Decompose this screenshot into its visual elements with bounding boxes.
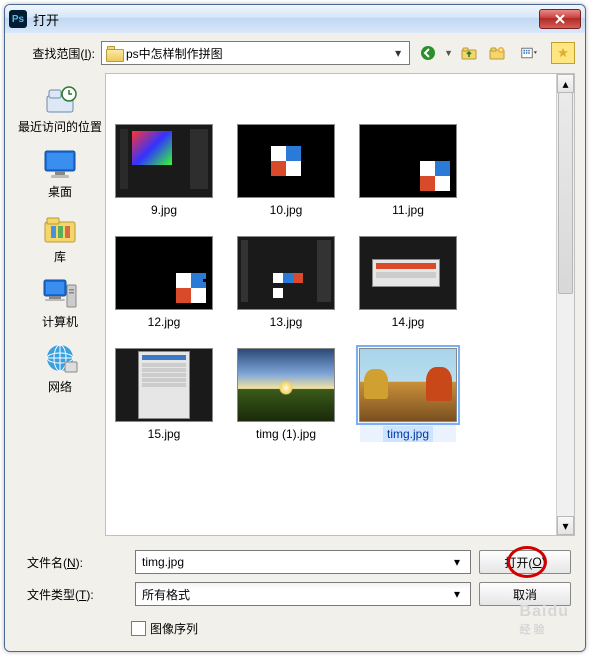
file-thumb[interactable]: 11.jpg <box>360 124 456 218</box>
thumbnail-image <box>359 348 457 422</box>
titlebar[interactable]: Ps 打开 <box>5 5 585 33</box>
thumbnail-image <box>237 236 335 310</box>
filename-row: 文件名(N): timg.jpg ▾ 打开(O) <box>19 550 571 574</box>
thumbnail-image <box>237 348 335 422</box>
file-name-label: 10.jpg <box>266 202 307 218</box>
computer-icon <box>41 277 79 311</box>
favorites-button[interactable] <box>551 42 575 64</box>
open-button[interactable]: 打开(O) <box>479 550 571 574</box>
back-icon <box>420 45 436 61</box>
open-dialog-window: Ps 打开 查找范围(I): ps中怎样制作拼图 ▾ ▼ <box>4 4 586 652</box>
back-dropdown-icon[interactable]: ▼ <box>444 48 453 58</box>
close-button[interactable] <box>539 9 581 29</box>
folder-icon <box>106 46 122 60</box>
place-recent[interactable]: 最近访问的位置 <box>17 77 103 142</box>
chevron-down-icon: ▾ <box>391 46 405 60</box>
libraries-icon <box>41 212 79 246</box>
view-menu-button[interactable] <box>513 41 545 65</box>
cancel-button[interactable]: 取消 <box>479 582 571 606</box>
file-name-label: 15.jpg <box>144 426 185 442</box>
folder-up-icon <box>461 45 477 61</box>
chevron-down-icon[interactable]: ▾ <box>450 587 464 601</box>
place-network[interactable]: 网络 <box>17 337 103 402</box>
image-sequence-label: 图像序列 <box>150 620 198 637</box>
image-sequence-row: 图像序列 <box>19 620 571 637</box>
file-name-label: 11.jpg <box>388 202 428 218</box>
place-computer[interactable]: 计算机 <box>17 272 103 337</box>
file-name-label: 9.jpg <box>147 202 181 218</box>
file-name-label: timg (1).jpg <box>252 426 320 442</box>
file-name-label: 12.jpg <box>144 314 185 330</box>
file-list[interactable]: 9.jpg 10.jpg 11.jpg 12.jpg 13.jpg 14.jpg 15.jp… <box>106 74 556 535</box>
file-thumb[interactable]: timg (1).jpg <box>238 348 334 442</box>
close-icon <box>554 13 566 25</box>
file-thumb[interactable]: 13.jpg <box>238 236 334 330</box>
file-thumb[interactable]: 10.jpg <box>238 124 334 218</box>
photoshop-icon: Ps <box>9 10 27 28</box>
file-thumb[interactable]: timg.jpg <box>360 348 456 442</box>
file-name-label: timg.jpg <box>383 426 433 442</box>
thumbnail-image <box>115 236 213 310</box>
file-thumb[interactable]: 12.jpg <box>116 236 212 330</box>
new-folder-icon <box>489 45 505 61</box>
network-icon <box>41 342 79 376</box>
scrollbar-thumb[interactable] <box>558 92 573 294</box>
look-in-label: 查找范围(I): <box>15 45 95 62</box>
main-area: 最近访问的位置 桌面 库 <box>15 73 575 536</box>
file-name-label: 13.jpg <box>266 314 307 330</box>
thumbnail-image <box>115 348 213 422</box>
thumbnail-image <box>115 124 213 198</box>
filetype-row: 文件类型(T): 所有格式 ▾ 取消 <box>19 582 571 606</box>
scroll-up-button[interactable]: ▴ <box>557 74 574 93</box>
thumbnail-image <box>359 124 457 198</box>
file-thumb[interactable]: 14.jpg <box>360 236 456 330</box>
scroll-down-button[interactable]: ▾ <box>557 516 574 535</box>
up-button[interactable] <box>457 41 481 65</box>
bottom-controls: 文件名(N): timg.jpg ▾ 打开(O) 文件类型(T): <box>15 536 575 641</box>
filename-label: 文件名(N): <box>19 554 127 571</box>
nav-toolbar: ▼ <box>416 41 545 65</box>
recent-icon <box>41 82 79 116</box>
back-button[interactable] <box>416 41 440 65</box>
places-bar: 最近访问的位置 桌面 库 <box>15 73 105 536</box>
file-name-label: 14.jpg <box>388 314 429 330</box>
filename-input[interactable]: timg.jpg ▾ <box>135 550 471 574</box>
file-thumb[interactable]: 9.jpg <box>116 124 212 218</box>
window-title: 打开 <box>33 10 539 29</box>
view-grid-icon <box>521 45 537 61</box>
thumbnail-image <box>237 124 335 198</box>
filetype-combo[interactable]: 所有格式 ▾ <box>135 582 471 606</box>
vertical-scrollbar[interactable]: ▴ ▾ <box>556 74 574 535</box>
file-thumb[interactable]: 15.jpg <box>116 348 212 442</box>
chevron-down-icon[interactable]: ▾ <box>450 555 464 569</box>
thumbnail-image <box>359 236 457 310</box>
look-in-row: 查找范围(I): ps中怎样制作拼图 ▾ ▼ <box>15 41 575 65</box>
place-desktop[interactable]: 桌面 <box>17 142 103 207</box>
look-in-value: ps中怎样制作拼图 <box>126 45 387 62</box>
star-icon <box>557 47 569 59</box>
filetype-label: 文件类型(T): <box>19 586 127 603</box>
file-list-panel: 9.jpg 10.jpg 11.jpg 12.jpg 13.jpg 14.jpg 15.jp… <box>105 73 575 536</box>
desktop-icon <box>41 147 79 181</box>
image-sequence-checkbox[interactable] <box>131 621 146 636</box>
place-libraries[interactable]: 库 <box>17 207 103 272</box>
look-in-combo[interactable]: ps中怎样制作拼图 ▾ <box>101 41 410 65</box>
dialog-body: 查找范围(I): ps中怎样制作拼图 ▾ ▼ <box>5 33 585 651</box>
new-folder-button[interactable] <box>485 41 509 65</box>
